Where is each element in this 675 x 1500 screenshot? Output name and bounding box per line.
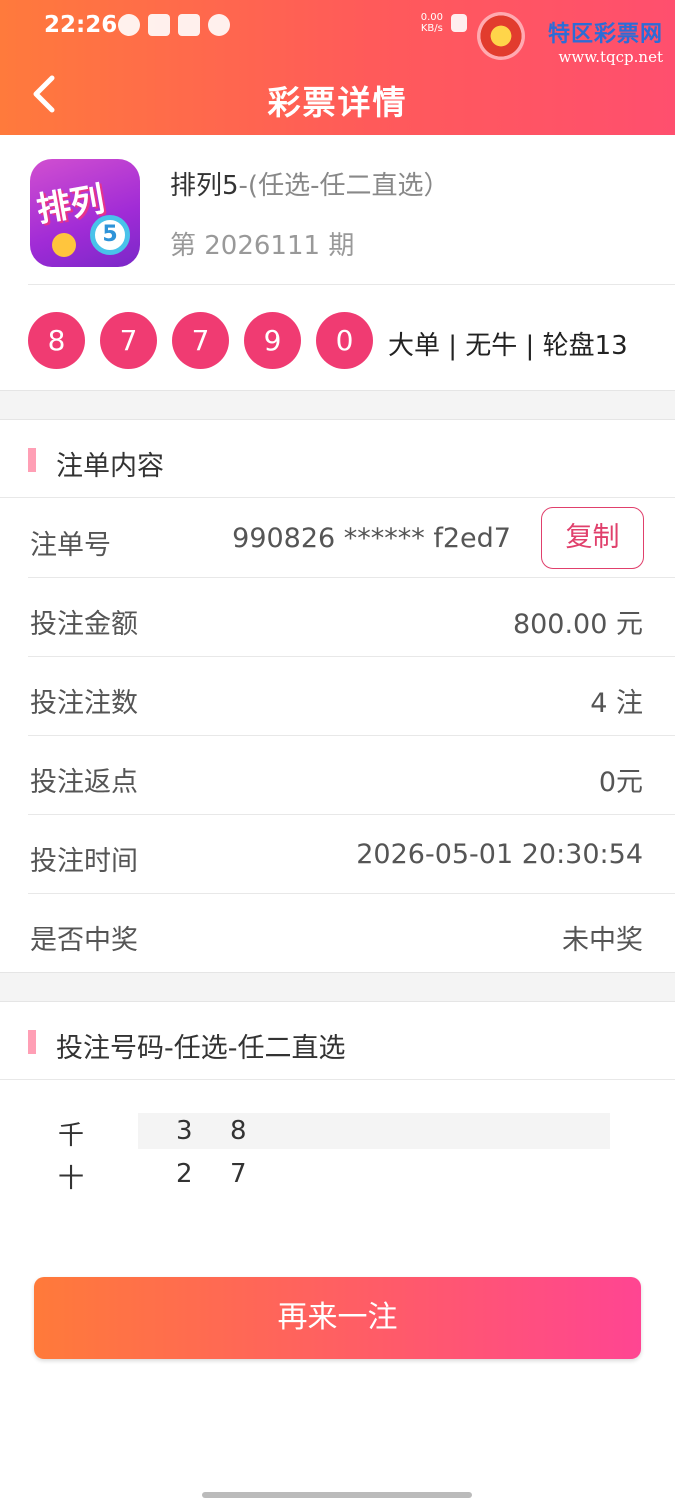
lottery-issue: 第 2026111 期: [170, 231, 355, 261]
row-bet-time: 投注时间 2026-05-01 20:30:54: [0, 815, 675, 894]
status-right-icons: 0.00 KB/s: [421, 12, 467, 34]
row-value: 0元: [598, 767, 643, 798]
row-value: 2026-05-01 20:30:54: [356, 839, 643, 870]
row-bet-count: 投注注数 4 注: [0, 657, 675, 736]
watermark: 特区彩票网 www.tqcp.net: [548, 16, 663, 66]
section-gap: [0, 390, 675, 420]
row-bet-amount: 投注金额 800.00 元: [0, 578, 675, 657]
position-label: 千: [58, 1121, 85, 1151]
digit: 2: [176, 1159, 193, 1189]
section-title: 注单内容: [56, 451, 164, 482]
watermark-title: 特区彩票网: [547, 22, 663, 47]
lottery-name: 排列5: [170, 171, 239, 201]
section-gap: [0, 972, 675, 1002]
notification-icons: [118, 14, 230, 36]
row-label: 注单号: [30, 530, 111, 561]
lottery-card: 排列 5 排列5-(任选-任二直选） 第 2026111 期 8 7 7 9 0…: [0, 135, 675, 390]
order-number: 990826 ****** f2ed7: [232, 523, 511, 554]
row-label: 投注金额: [30, 609, 138, 640]
wechat-icon: [118, 14, 140, 36]
draw-ball: 7: [100, 312, 157, 369]
draw-ball: 0: [316, 312, 373, 369]
result-tags: 大单 | 无牛 | 轮盘13: [388, 331, 628, 361]
row-rebate: 投注返点 0元: [0, 736, 675, 815]
check-icon: [208, 14, 230, 36]
draw-ball: 7: [172, 312, 229, 369]
bet-number-row: 千 38: [0, 1113, 675, 1151]
telegram-icon: [178, 14, 200, 36]
row-order-number: 注单号 990826 ****** f2ed7 复制: [0, 499, 675, 578]
lottery-title: 排列5-(任选-任二直选）: [170, 165, 449, 202]
digit: 8: [230, 1116, 247, 1146]
app-header: 22:26 0.00 KB/s 特区彩票网 www.tqcp.net 彩票详情: [0, 0, 675, 135]
digits: 38: [138, 1113, 610, 1149]
draw-ball: 9: [244, 312, 301, 369]
section-marker: [28, 448, 36, 472]
app-notification-icon: [148, 14, 170, 36]
bet-number-row: 十 27: [0, 1156, 675, 1194]
row-win-status: 是否中奖 未中奖: [0, 894, 675, 973]
section-marker: [28, 1030, 36, 1054]
row-value: 未中奖: [562, 925, 643, 956]
digit: 3: [176, 1116, 193, 1146]
row-value: 4 注: [590, 688, 643, 719]
home-indicator[interactable]: [202, 1492, 472, 1498]
row-label: 投注注数: [30, 688, 138, 719]
watermark-logo-icon: [477, 12, 525, 60]
lottery-play-type: -(任选-任二直选）: [238, 171, 450, 201]
row-label: 是否中奖: [30, 925, 138, 956]
page-title: 彩票详情: [267, 83, 408, 122]
net-speed-unit: KB/s: [420, 23, 443, 34]
bet-again-button[interactable]: 再来一注: [34, 1277, 641, 1359]
signal-icon: [451, 14, 467, 32]
divider: [28, 284, 675, 285]
draw-ball: 8: [28, 312, 85, 369]
bet-section-header: 注单内容: [0, 420, 675, 498]
bet-numbers: 千 38 十 27: [0, 1081, 675, 1241]
status-time: 22:26: [44, 12, 118, 38]
digits: 27: [138, 1156, 610, 1192]
lottery-logo: 排列 5: [30, 159, 140, 267]
row-label: 投注时间: [30, 846, 138, 877]
row-value: 800.00 元: [512, 609, 643, 640]
watermark-url: www.tqcp.net: [558, 48, 663, 66]
position-label: 十: [58, 1164, 85, 1194]
numbers-section-header: 投注号码-任选-任二直选: [0, 1002, 675, 1080]
section-title: 投注号码-任选-任二直选: [56, 1033, 346, 1064]
net-speed: 0.00 KB/s: [421, 12, 443, 34]
draw-numbers: 8 7 7 9 0: [28, 312, 373, 369]
logo-ball: 5: [90, 215, 130, 255]
logo-dot-icon: [52, 233, 76, 257]
row-label: 投注返点: [30, 767, 138, 798]
net-speed-value: 0.00: [420, 12, 443, 23]
copy-button[interactable]: 复制: [541, 507, 644, 569]
digit: 7: [230, 1159, 247, 1189]
